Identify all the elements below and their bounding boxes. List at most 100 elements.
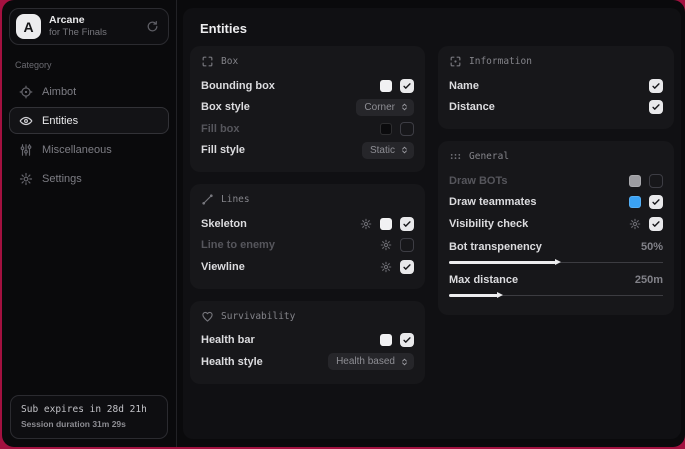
color-swatch[interactable] — [380, 123, 392, 135]
sliders-icon — [19, 143, 33, 157]
eye-icon — [19, 114, 33, 128]
row-label: Draw teammates — [449, 196, 536, 208]
name-checkbox[interactable] — [649, 79, 663, 93]
bounding-box-checkbox[interactable] — [400, 79, 414, 93]
fill-style-dropdown[interactable]: Static — [362, 142, 414, 159]
row-label: Fill style — [201, 144, 245, 156]
viewline-row: Viewline — [201, 256, 414, 278]
draw-bots-row: Draw BOTs — [449, 170, 663, 192]
app-name: Arcane — [49, 14, 107, 27]
slider-value: 50% — [641, 241, 663, 253]
chevron-up-down-icon — [400, 357, 409, 367]
row-label: Viewline — [201, 261, 245, 273]
general-card: General Draw BOTs Draw teammates — [438, 141, 674, 315]
skeleton-row: Skeleton — [201, 213, 414, 235]
chevron-up-down-icon — [400, 145, 409, 155]
row-label: Visibility check — [449, 218, 528, 230]
grid-dots-icon — [449, 150, 462, 163]
card-title: Box — [221, 56, 238, 67]
target-icon — [19, 85, 33, 99]
row-label: Health style — [201, 356, 263, 368]
color-swatch[interactable] — [380, 334, 392, 346]
health-style-dropdown[interactable]: Health based — [328, 353, 414, 370]
card-title: Information — [469, 56, 532, 67]
color-swatch[interactable] — [380, 218, 392, 230]
app-logo: A — [16, 14, 41, 39]
gear-icon — [19, 172, 33, 186]
refresh-icon[interactable] — [146, 20, 159, 33]
app-window: A Arcane for The Finals Category Aimbot — [2, 0, 685, 447]
fill-style-row: Fill style Static — [201, 140, 414, 162]
fill-box-row: Fill box — [201, 118, 414, 140]
sub-expires-text: Sub expires in 28d 21h — [21, 404, 157, 415]
slider-thumb[interactable] — [497, 292, 503, 298]
skeleton-checkbox[interactable] — [400, 217, 414, 231]
row-label: Fill box — [201, 123, 240, 135]
visibility-check-row: Visibility check — [449, 213, 663, 235]
sidebar-item-label: Miscellaneous — [42, 144, 112, 156]
health-bar-checkbox[interactable] — [400, 333, 414, 347]
color-swatch[interactable] — [629, 196, 641, 208]
row-label: Bot transpenency — [449, 241, 542, 253]
sidebar-item-aimbot[interactable]: Aimbot — [9, 78, 169, 105]
health-style-row: Health style Health based — [201, 351, 414, 373]
scan-info-icon — [449, 55, 462, 68]
gear-icon[interactable] — [360, 218, 372, 230]
line-to-enemy-row: Line to enemy — [201, 235, 414, 257]
bot-transpenency-slider[interactable] — [449, 259, 663, 266]
line-to-enemy-checkbox[interactable] — [400, 238, 414, 252]
information-card: Information Name Distance — [438, 46, 674, 129]
max-distance-slider[interactable] — [449, 292, 663, 299]
category-label: Category — [15, 60, 163, 70]
sidebar-item-label: Settings — [42, 173, 82, 185]
color-swatch[interactable] — [380, 80, 392, 92]
color-swatch[interactable] — [629, 175, 641, 187]
health-bar-row: Health bar — [201, 330, 414, 352]
draw-teammates-row: Draw teammates — [449, 192, 663, 214]
dropdown-value: Corner — [364, 102, 395, 113]
gear-icon[interactable] — [380, 261, 392, 273]
row-label: Draw BOTs — [449, 175, 507, 187]
draw-teammates-checkbox[interactable] — [649, 195, 663, 209]
dropdown-value: Static — [370, 145, 395, 156]
row-label: Name — [449, 80, 479, 92]
distance-checkbox[interactable] — [649, 100, 663, 114]
slider-thumb[interactable] — [555, 259, 561, 265]
corner-box-icon — [201, 55, 214, 68]
viewline-checkbox[interactable] — [400, 260, 414, 274]
line-icon — [201, 193, 214, 206]
row-label: Max distance — [449, 274, 518, 286]
draw-bots-checkbox[interactable] — [649, 174, 663, 188]
sidebar-item-label: Aimbot — [42, 86, 76, 98]
card-title: Survivability — [221, 311, 295, 322]
slider-value: 250m — [635, 274, 663, 286]
name-row: Name — [449, 75, 663, 97]
max-distance-group: Max distance 250m — [449, 271, 663, 299]
fill-box-checkbox[interactable] — [400, 122, 414, 136]
gear-icon[interactable] — [380, 239, 392, 251]
distance-row: Distance — [449, 97, 663, 119]
heart-icon — [201, 310, 214, 323]
box-card: Box Bounding box B — [190, 46, 425, 172]
gear-icon[interactable] — [629, 218, 641, 230]
survivability-card: Survivability Health bar — [190, 301, 425, 384]
bot-transpenency-group: Bot transpenency 50% — [449, 238, 663, 266]
row-label: Skeleton — [201, 218, 247, 230]
session-duration-text: Session duration 31m 29s — [21, 419, 157, 429]
box-style-dropdown[interactable]: Corner — [356, 99, 414, 116]
main-panel: Entities Box — [183, 8, 681, 439]
sidebar-item-settings[interactable]: Settings — [9, 165, 169, 192]
subscription-card: Sub expires in 28d 21h Session duration … — [10, 395, 168, 439]
page-title: Entities — [190, 8, 674, 46]
sidebar-item-miscellaneous[interactable]: Miscellaneous — [9, 136, 169, 163]
main-area: Entities Box — [177, 0, 685, 447]
sidebar-item-entities[interactable]: Entities — [9, 107, 169, 134]
visibility-check-checkbox[interactable] — [649, 217, 663, 231]
card-title: General — [469, 151, 509, 162]
dropdown-value: Health based — [336, 356, 395, 367]
row-label: Distance — [449, 101, 495, 113]
sidebar-item-label: Entities — [42, 115, 78, 127]
bounding-box-row: Bounding box — [201, 75, 414, 97]
row-label: Bounding box — [201, 80, 275, 92]
app-card: A Arcane for The Finals — [9, 8, 169, 45]
